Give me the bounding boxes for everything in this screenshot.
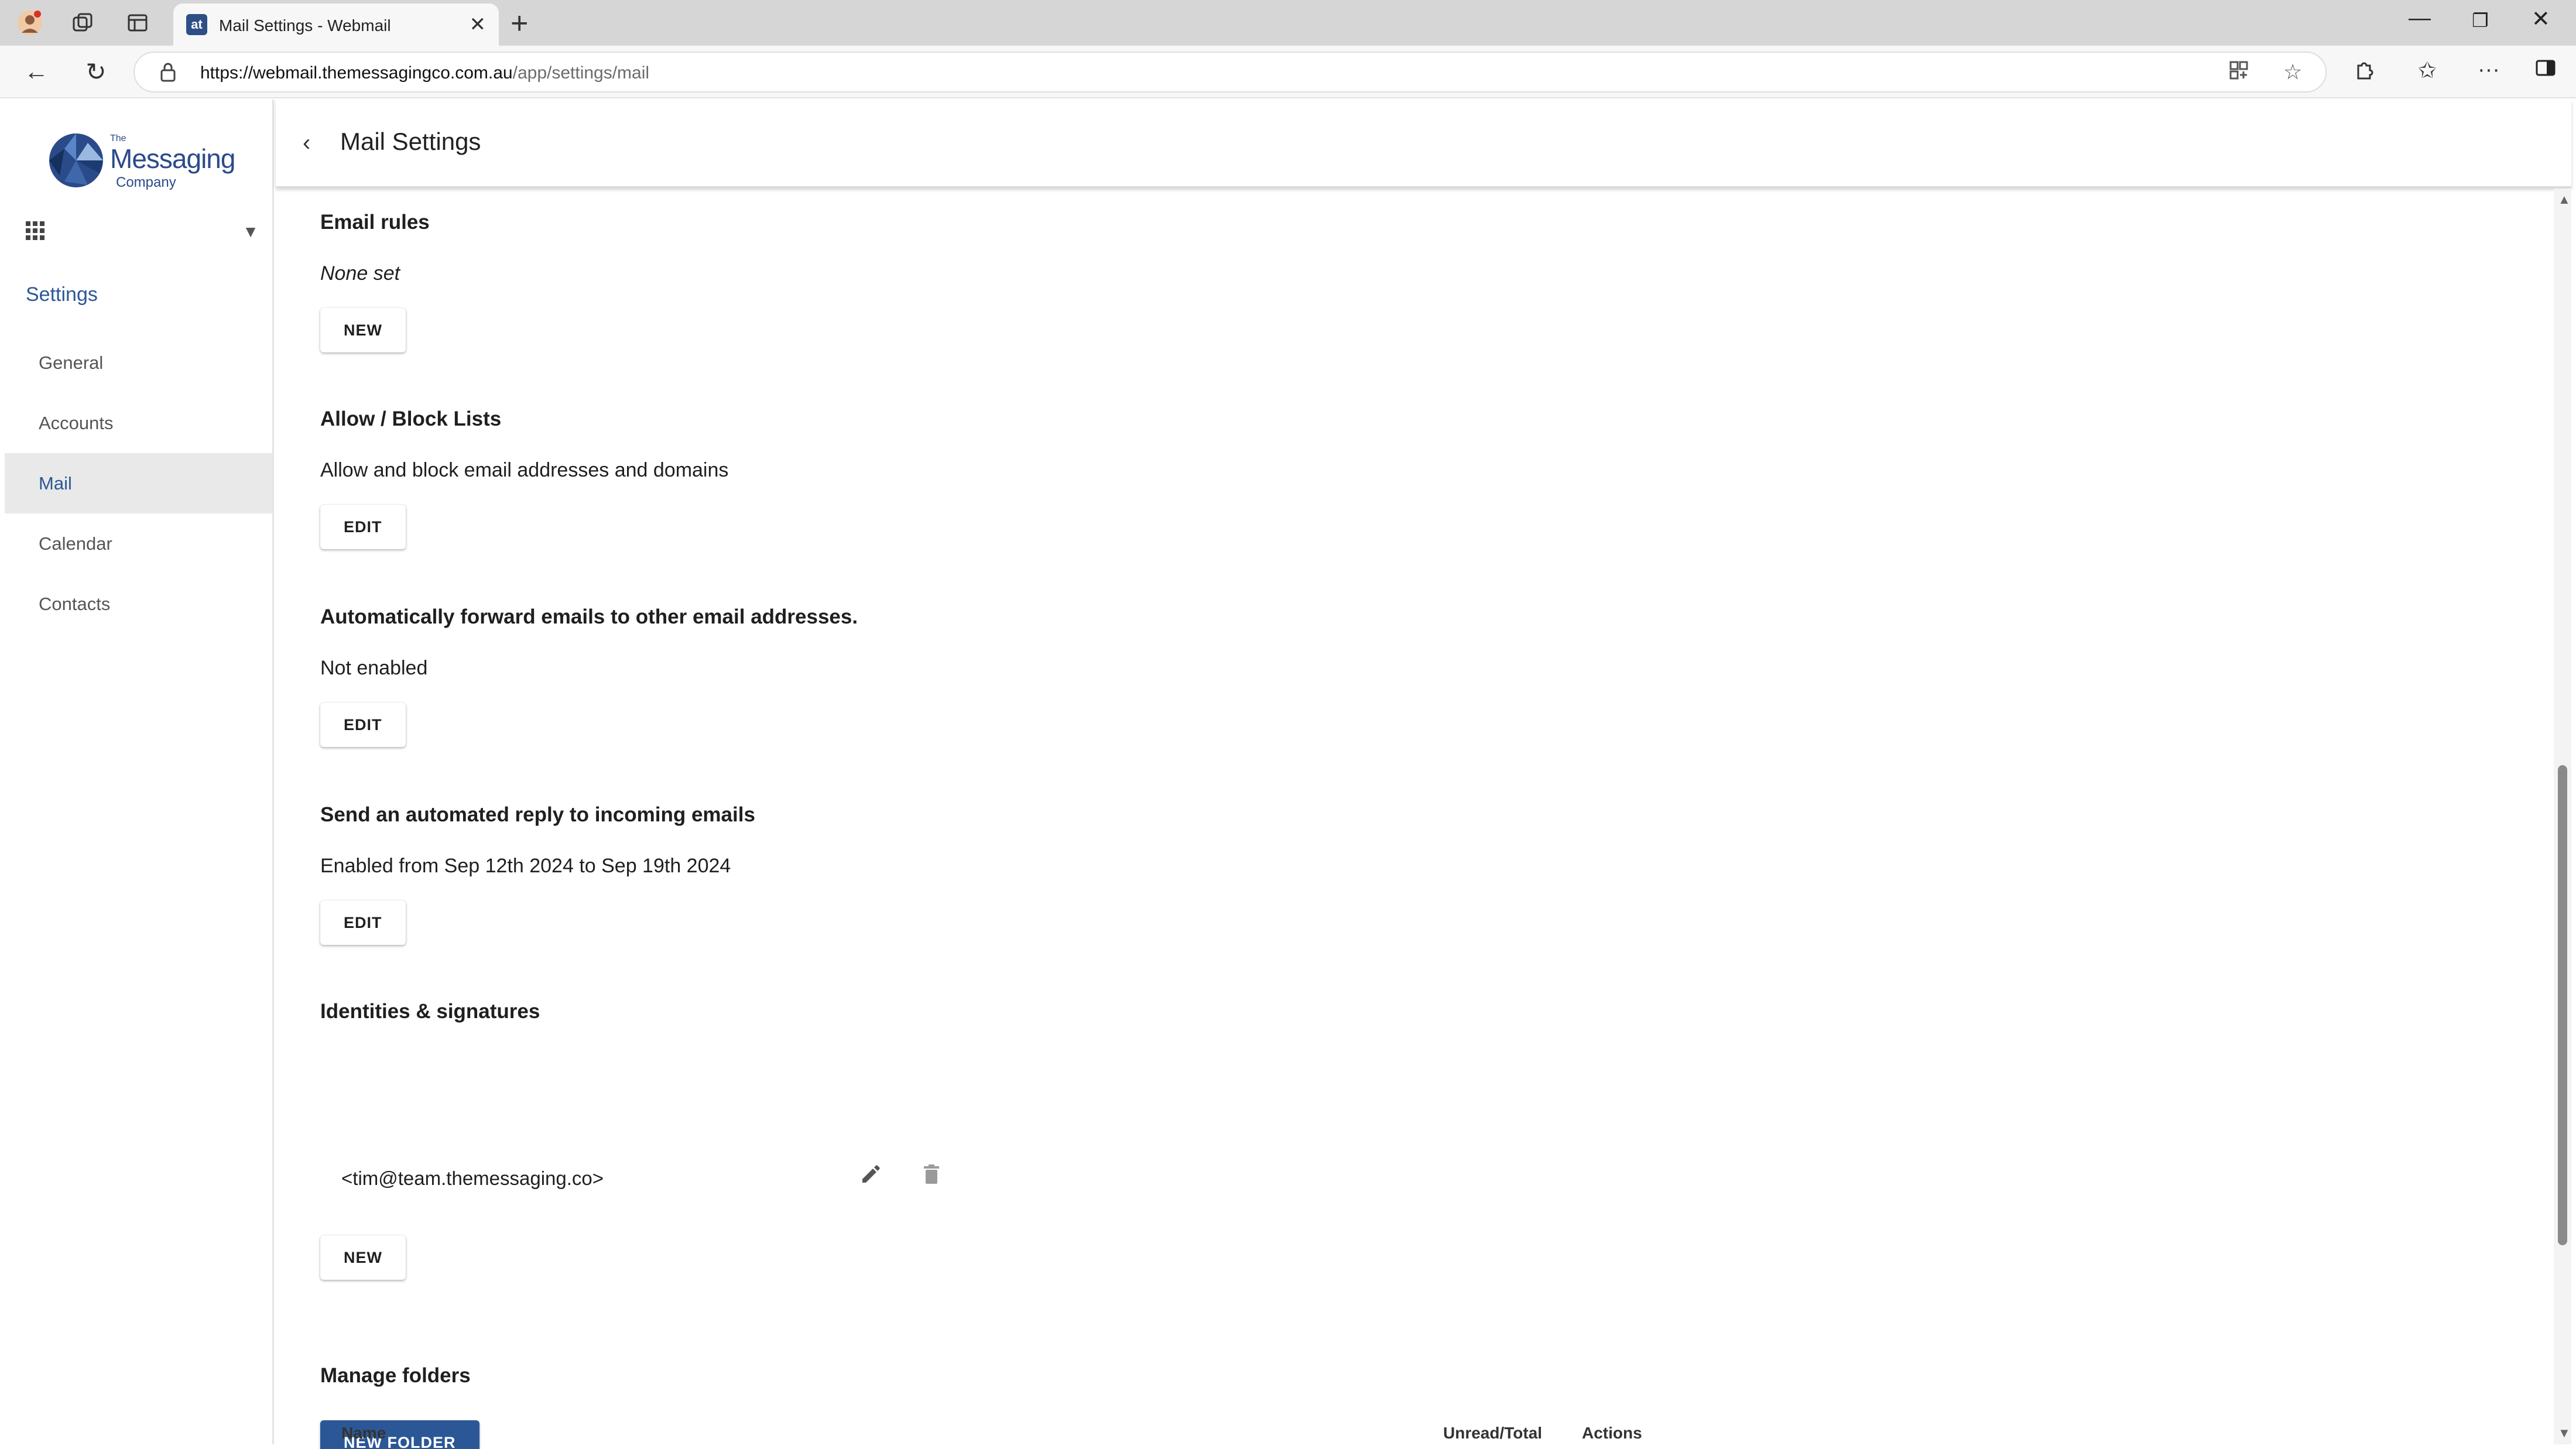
url-host: https://webmail.themessagingco.com.au — [200, 63, 513, 83]
logo-mark-icon — [49, 133, 103, 187]
sidebar-item-label: General — [39, 352, 104, 373]
caret-down-icon[interactable]: ▼ — [242, 222, 259, 241]
sidebar-item-label: Calendar — [39, 533, 112, 554]
tab-title: Mail Settings - Webmail — [219, 16, 391, 35]
more-options-icon[interactable]: ··· — [2478, 57, 2500, 83]
url-text[interactable]: https://webmail.themessagingco.com.au/ap… — [200, 63, 649, 83]
extensions-icon[interactable] — [2354, 57, 2376, 85]
page-header: ‹ Mail Settings — [276, 100, 2571, 187]
address-bar[interactable]: https://webmail.themessagingco.com.au/ap… — [133, 52, 2327, 93]
sidebar-item-label: Accounts — [39, 413, 114, 433]
chevron-left-icon[interactable]: ‹ — [303, 130, 310, 156]
sidebar-item-label: Contacts — [39, 594, 111, 614]
tab-actions-icon[interactable] — [123, 8, 152, 37]
page-title: Mail Settings — [340, 128, 481, 155]
app-available-icon[interactable] — [2228, 60, 2249, 86]
identities-title: Identities & signatures — [320, 1000, 540, 1023]
lock-icon[interactable] — [159, 62, 177, 87]
edit-forward-button[interactable]: EDIT — [320, 703, 406, 747]
app-switcher[interactable]: ▼ — [25, 220, 259, 249]
logo-text-company: Company — [116, 174, 176, 190]
webmail-favicon-icon: at — [186, 14, 207, 35]
email-rules-title: Email rules — [320, 211, 430, 234]
delete-trash-icon[interactable] — [920, 1163, 943, 1192]
browser-tab-active[interactable]: at Mail Settings - Webmail ✕ — [173, 4, 499, 46]
sidebar-item-accounts[interactable]: Accounts — [5, 393, 272, 453]
url-path: /app/settings/mail — [512, 63, 650, 83]
browser-toolbar: ← ↻ https://webmail.themessagingco.com.a… — [0, 46, 2576, 98]
identity-entry: <tim@team.themessaging.co> — [341, 1167, 604, 1189]
minimize-icon[interactable]: — — [2409, 6, 2431, 31]
webmail-app: The Messaging Company ▼ Settings General… — [5, 100, 2571, 1449]
folder-column-name[interactable]: Name — [341, 1424, 386, 1443]
forward-status: Not enabled — [320, 657, 428, 679]
content-scrollbar[interactable]: ▲ ▼ — [2554, 189, 2571, 1444]
manage-folders-title: Manage folders — [320, 1364, 471, 1387]
scrollbar-thumb[interactable] — [2558, 765, 2567, 1245]
sidebar-item-general[interactable]: General — [5, 333, 272, 393]
close-window-icon[interactable]: ✕ — [2532, 6, 2550, 32]
auto-reply-title: Send an automated reply to incoming emai… — [320, 803, 755, 826]
sidebar-item-calendar[interactable]: Calendar — [5, 513, 272, 574]
forward-title: Automatically forward emails to other em… — [320, 605, 858, 628]
workspaces-icon[interactable] — [68, 8, 97, 37]
folder-column-unread-total[interactable]: Unread/Total — [1443, 1424, 1542, 1443]
auto-reply-status: Enabled from Sep 12th 2024 to Sep 19th 2… — [320, 855, 731, 877]
browser-titlebar: at Mail Settings - Webmail ✕ + — ❐ ✕ — [0, 0, 2576, 46]
apps-grid-icon[interactable] — [25, 220, 46, 247]
email-rules-status: None set — [320, 262, 400, 285]
reload-icon[interactable]: ↻ — [80, 55, 112, 88]
edit-allow-block-button[interactable]: EDIT — [320, 505, 406, 549]
folder-column-actions: Actions — [1582, 1424, 1642, 1442]
edit-pencil-icon[interactable] — [859, 1163, 882, 1192]
favorite-star-icon[interactable]: ☆ — [2283, 60, 2302, 84]
allow-block-title: Allow / Block Lists — [320, 407, 502, 430]
sidebar-item-contacts[interactable]: Contacts — [5, 574, 272, 634]
company-logo: The Messaging Company — [47, 126, 246, 191]
scroll-up-arrow-icon[interactable]: ▲ — [2558, 192, 2571, 207]
sidebar-toggle-icon[interactable] — [2535, 57, 2556, 84]
mail-settings-content: Email rules None set NEW Allow / Block L… — [276, 189, 2571, 1449]
favorites-icon[interactable]: ✩ — [2418, 57, 2437, 84]
new-identity-button[interactable]: NEW — [320, 1235, 406, 1280]
close-tab-icon[interactable]: ✕ — [470, 13, 487, 36]
profile-avatar-icon[interactable] — [15, 8, 44, 37]
restore-icon[interactable]: ❐ — [2472, 9, 2489, 32]
settings-sidebar: The Messaging Company ▼ Settings General… — [5, 100, 274, 1444]
new-rule-button[interactable]: NEW — [320, 308, 406, 352]
sidebar-heading: Settings — [26, 283, 98, 306]
scroll-down-arrow-icon[interactable]: ▼ — [2558, 1426, 2571, 1441]
logo-text-messaging: Messaging — [110, 143, 235, 174]
allow-block-description: Allow and block email addresses and doma… — [320, 459, 729, 481]
new-tab-icon[interactable]: + — [511, 6, 528, 41]
edit-auto-reply-button[interactable]: EDIT — [320, 900, 406, 945]
sidebar-item-label: Mail — [39, 473, 72, 494]
sidebar-item-mail[interactable]: Mail — [5, 453, 272, 513]
back-arrow-icon[interactable]: ← — [20, 55, 53, 88]
